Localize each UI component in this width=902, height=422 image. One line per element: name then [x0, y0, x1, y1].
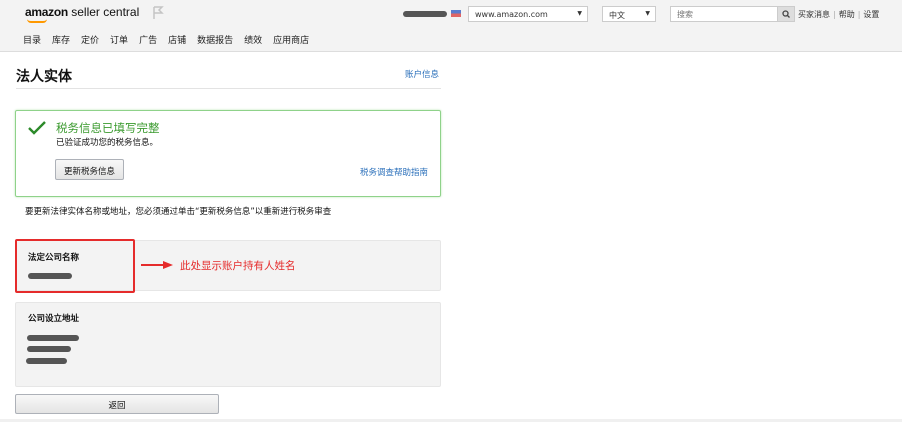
flag-icon[interactable]	[152, 6, 164, 19]
legal-name-label: 法定公司名称	[28, 253, 80, 263]
annotation-text: 此处显示账户持有人姓名	[180, 260, 296, 272]
buyer-messages-link[interactable]: 买家消息	[798, 10, 830, 19]
page-title: 法人实体	[16, 69, 72, 85]
redacted-address-line	[27, 335, 79, 341]
arrow-right-icon	[141, 261, 173, 269]
nav-performance[interactable]: 绩效	[244, 33, 262, 46]
status-subtitle: 已验证成功您的税务信息。	[56, 138, 159, 148]
nav-advertising[interactable]: 广告	[139, 33, 157, 46]
update-tax-info-button[interactable]: 更新税务信息	[55, 159, 124, 180]
amazon-smile-icon	[27, 19, 47, 23]
settings-link[interactable]: 设置	[863, 10, 879, 19]
back-button[interactable]: 返回	[15, 394, 219, 414]
search-icon	[782, 10, 790, 18]
top-header: amazon seller central 目录 库存 定价 订单 广告 店铺 …	[0, 0, 902, 52]
nav-appstore[interactable]: 应用商店	[273, 33, 309, 46]
status-title: 税务信息已填写完整	[56, 121, 160, 135]
main-nav: 目录 库存 定价 订单 广告 店铺 数据报告 绩效 应用商店	[23, 33, 309, 46]
nav-orders[interactable]: 订单	[110, 33, 128, 46]
nav-reports[interactable]: 数据报告	[197, 33, 233, 46]
search-input[interactable]	[670, 6, 778, 22]
update-note: 要更新法律实体名称或地址，您必须通过单击“更新税务信息”以重新进行税务审查	[25, 207, 332, 217]
nav-inventory[interactable]: 库存	[52, 33, 70, 46]
highlight-box	[15, 239, 135, 293]
tax-help-guide-link[interactable]: 税务调查帮助指南	[360, 166, 428, 178]
redacted-legal-name	[28, 273, 72, 279]
top-links: 买家消息 | 帮助 | 设置	[798, 10, 880, 19]
divider	[16, 88, 441, 89]
caret-down-icon: ▼	[577, 10, 582, 17]
seller-central-logo[interactable]: amazon seller central	[25, 5, 139, 23]
nav-catalog[interactable]: 目录	[23, 33, 41, 46]
redacted-store-name	[403, 11, 447, 17]
nav-stores[interactable]: 店铺	[168, 33, 186, 46]
caret-down-icon: ▼	[645, 10, 650, 17]
account-info-link[interactable]: 账户信息	[405, 68, 439, 80]
us-flag-icon	[451, 10, 461, 17]
address-label: 公司设立地址	[28, 314, 80, 324]
language-select[interactable]: 中文 ▼	[602, 6, 656, 22]
redacted-address-line	[26, 358, 67, 364]
checkmark-icon	[28, 121, 46, 135]
search-button[interactable]	[777, 6, 795, 22]
nav-pricing[interactable]: 定价	[81, 33, 99, 46]
tax-status-box: 税务信息已填写完整 已验证成功您的税务信息。 更新税务信息 税务调查帮助指南	[15, 110, 441, 197]
marketplace-select[interactable]: www.amazon.com ▼	[468, 6, 588, 22]
redacted-address-line	[27, 346, 71, 352]
help-link[interactable]: 帮助	[839, 10, 855, 19]
